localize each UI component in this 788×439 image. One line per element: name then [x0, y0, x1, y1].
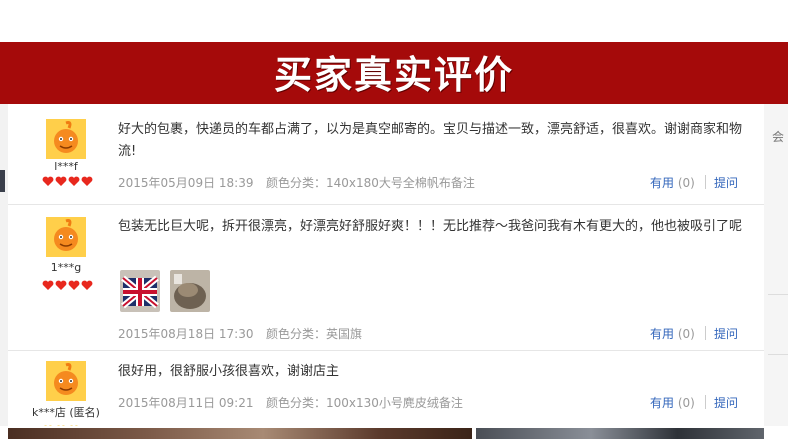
review-sku: 颜色分类：100x130小号麂皮绒备注 — [266, 396, 463, 410]
divider — [705, 395, 706, 409]
product-photo-left — [8, 428, 472, 439]
useful-label: 有用 — [650, 176, 675, 190]
buyer-rank — [42, 280, 98, 292]
review-item: l***f 好大的包裹，快递员的车都占满了，以为是真空邮寄的。宝贝与描述一致，漂… — [8, 104, 764, 205]
review-photo-bag[interactable] — [170, 270, 210, 312]
ask-button[interactable]: 提问 — [714, 174, 738, 191]
review-photo-union-jack[interactable] — [120, 270, 160, 312]
heart-icon — [81, 176, 93, 186]
buyer-rank — [42, 176, 98, 188]
review-sku: 颜色分类：英国旗 — [266, 327, 363, 341]
review-sku: 颜色分类：140x180大号全棉帆布备注 — [266, 176, 475, 190]
right-divider — [768, 354, 788, 355]
banner-title: 买家真实评价 — [273, 53, 514, 97]
product-photo-right — [476, 428, 764, 439]
heart-icon — [42, 176, 54, 186]
review-date: 2015年08月11日 09:21 — [118, 396, 254, 410]
review-date: 2015年08月18日 17:30 — [118, 327, 254, 341]
review-date: 2015年05月09日 18:39 — [118, 176, 254, 190]
review-content: 包装无比巨大呢，拆开很漂亮，好漂亮好舒服好爽！！！无比推荐～我爸问我有木有更大的… — [118, 219, 743, 234]
heart-icon — [42, 280, 54, 290]
user-avatar — [46, 361, 86, 401]
top-blank-area — [0, 0, 788, 42]
heart-icon — [55, 176, 67, 186]
left-side-tab — [0, 170, 5, 192]
right-side-text: 会 — [772, 130, 785, 144]
useful-count: (0) — [677, 176, 695, 190]
useful-button[interactable]: 有用 (0) — [650, 174, 695, 191]
reviews-panel: l***f 好大的包裹，快递员的车都占满了，以为是真空邮寄的。宝贝与描述一致，漂… — [8, 104, 764, 439]
heart-icon — [68, 176, 80, 186]
left-side-strip — [0, 104, 8, 439]
ask-button[interactable]: 提问 — [714, 394, 738, 411]
user-name[interactable]: 1***g — [8, 261, 124, 274]
divider — [705, 175, 706, 189]
user-avatar — [46, 119, 86, 159]
right-divider — [768, 294, 788, 295]
user-name[interactable]: k***店 (匿名) — [8, 404, 124, 420]
heart-icon — [68, 280, 80, 290]
taobao-avatar-icon — [46, 119, 86, 159]
taobao-avatar-icon — [46, 361, 86, 401]
useful-label: 有用 — [650, 396, 675, 410]
user-name[interactable]: l***f — [8, 160, 124, 173]
ask-button[interactable]: 提问 — [714, 325, 738, 342]
heart-icon — [81, 280, 93, 290]
useful-count: (0) — [677, 396, 695, 410]
taobao-avatar-icon — [46, 217, 86, 257]
user-avatar — [46, 217, 86, 257]
review-item: 1***g 包装无比巨大呢，拆开很漂亮，好漂亮好舒服好爽！！！无比推荐～我爸问我… — [8, 205, 764, 351]
useful-label: 有用 — [650, 327, 675, 341]
useful-button[interactable]: 有用 (0) — [650, 325, 695, 342]
divider — [705, 326, 706, 340]
review-content: 很好用，很舒服小孩很喜欢，谢谢店主 — [118, 364, 340, 379]
heart-icon — [55, 280, 67, 290]
review-content: 好大的包裹，快递员的车都占满了，以为是真空邮寄的。宝贝与描述一致，漂亮舒适，很喜… — [118, 122, 743, 159]
useful-button[interactable]: 有用 (0) — [650, 394, 695, 411]
useful-count: (0) — [677, 327, 695, 341]
right-side-strip: 会 — [764, 104, 788, 439]
